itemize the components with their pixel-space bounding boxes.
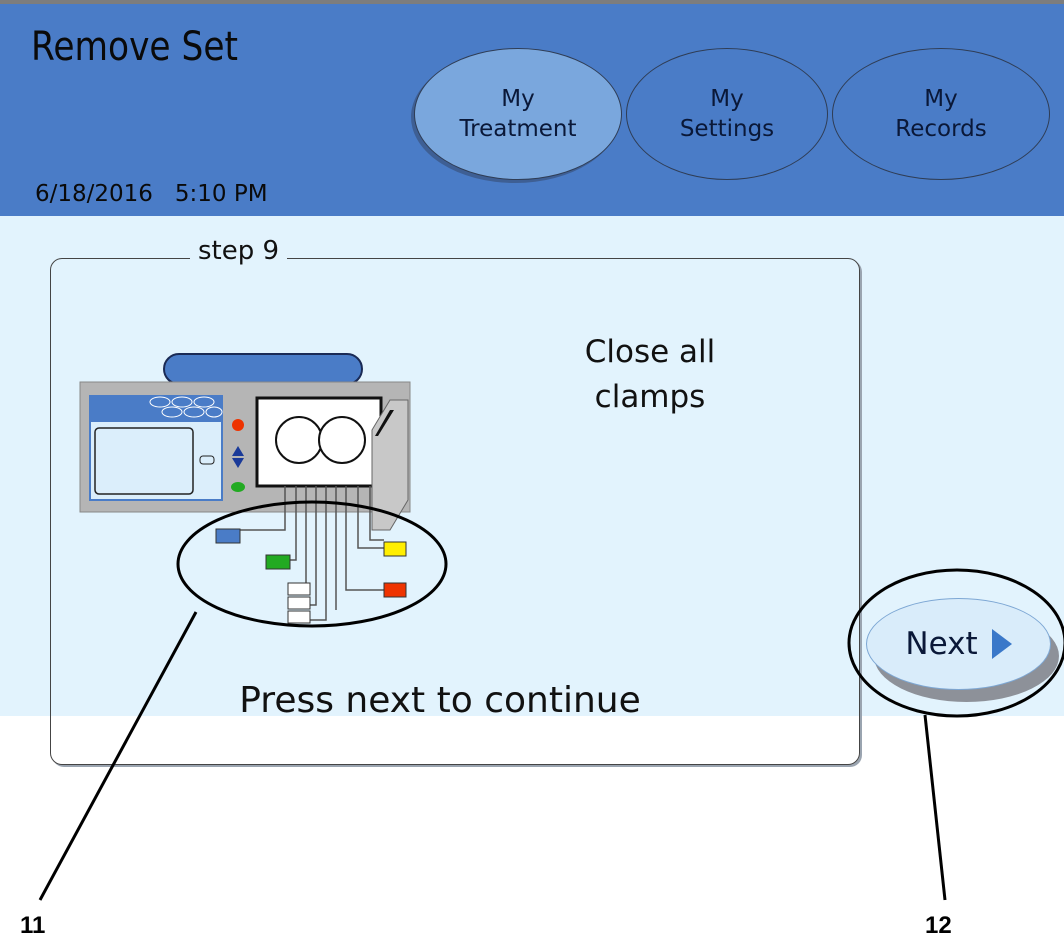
machine-handle — [163, 353, 363, 385]
clamps — [215, 528, 407, 624]
play-arrow-icon — [991, 629, 1012, 659]
next-button[interactable]: Next — [866, 598, 1051, 690]
callout-number-11: 11 — [20, 912, 46, 939]
next-button-label: Next — [905, 626, 978, 662]
continue-prompt: Press next to continue — [239, 680, 641, 721]
callout-number-12: 12 — [925, 912, 952, 939]
cycler-illustration — [38, 353, 1064, 901]
